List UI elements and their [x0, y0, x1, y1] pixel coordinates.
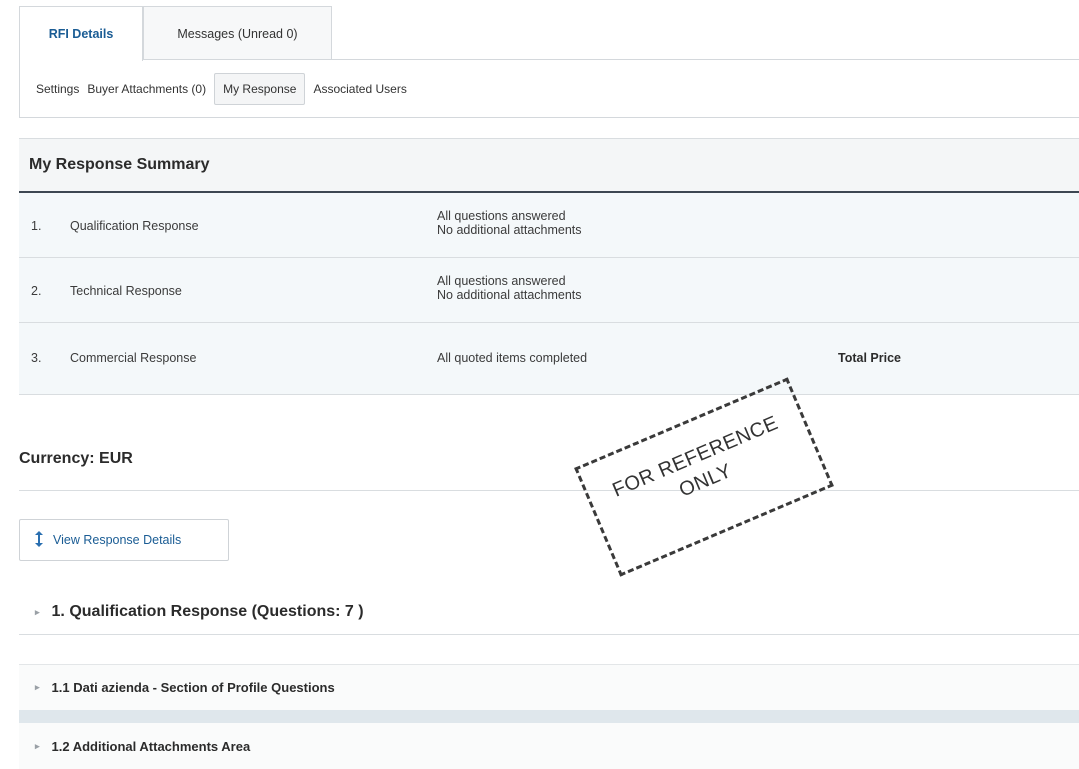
tab-panel: Settings Buyer Attachments (0) My Respon… — [19, 59, 1079, 118]
section-label: 1.1 Dati azienda - Section of Profile Qu… — [51, 680, 335, 695]
view-response-details-label: View Response Details — [53, 533, 182, 547]
row-number: 1. — [31, 219, 42, 233]
divider — [19, 634, 1079, 635]
tab-rfi-details[interactable]: RFI Details — [19, 6, 143, 61]
reference-stamp: FOR REFERENCE ONLY — [574, 377, 834, 577]
status-line: No additional attachments — [437, 288, 582, 302]
section-qualification-response[interactable]: ▸ 1. Qualification Response (Questions: … — [19, 590, 1079, 634]
section-additional-attachments[interactable]: ▸ 1.2 Additional Attachments Area — [19, 723, 1079, 769]
status-line: All quoted items completed — [437, 351, 588, 365]
chevron-right-icon: ▸ — [35, 606, 40, 617]
chevron-right-icon: ▸ — [35, 682, 40, 692]
status-line: All questions answered — [437, 274, 566, 288]
row-status: All questions answered No additional att… — [437, 274, 582, 302]
subnav-settings[interactable]: Settings — [32, 82, 83, 96]
subnav-my-response[interactable]: My Response — [214, 73, 306, 105]
section-label: 1.2 Additional Attachments Area — [51, 738, 251, 754]
row-number: 3. — [31, 351, 42, 365]
row-status: All quoted items completed — [437, 351, 587, 365]
section-separator — [19, 710, 1079, 723]
chevron-right-icon: ▸ — [35, 740, 40, 751]
status-line: All questions answered — [437, 209, 566, 223]
sub-navigation: Settings Buyer Attachments (0) My Respon… — [32, 73, 411, 105]
section-label: 1. Qualification Response (Questions: 7 … — [51, 603, 364, 620]
subnav-associated-users[interactable]: Associated Users — [309, 82, 410, 96]
section-dati-azienda[interactable]: ▸ 1.1 Dati azienda - Section of Profile … — [19, 664, 1079, 710]
row-number: 2. — [31, 284, 42, 298]
tab-messages[interactable]: Messages (Unread 0) — [143, 6, 332, 60]
expand-vertical-icon — [34, 530, 44, 551]
row-name: Technical Response — [70, 284, 182, 298]
summary-row: 3. Commercial Response All quoted items … — [19, 323, 1079, 395]
summary-title: My Response Summary — [19, 138, 1079, 193]
row-name: Commercial Response — [70, 351, 197, 365]
subnav-buyer-attachments[interactable]: Buyer Attachments (0) — [83, 82, 210, 96]
divider — [19, 490, 1079, 491]
summary-row: 2. Technical Response All questions answ… — [19, 258, 1079, 323]
row-status: All questions answered No additional att… — [437, 209, 582, 237]
currency-label: Currency: EUR — [19, 450, 133, 467]
total-price-label: Total Price — [838, 351, 901, 365]
view-response-details-button[interactable]: View Response Details — [19, 519, 229, 561]
row-name: Qualification Response — [70, 219, 199, 233]
status-line: No additional attachments — [437, 223, 582, 237]
response-summary: My Response Summary 1. Qualification Res… — [19, 138, 1079, 395]
summary-row: 1. Qualification Response All questions … — [19, 193, 1079, 258]
